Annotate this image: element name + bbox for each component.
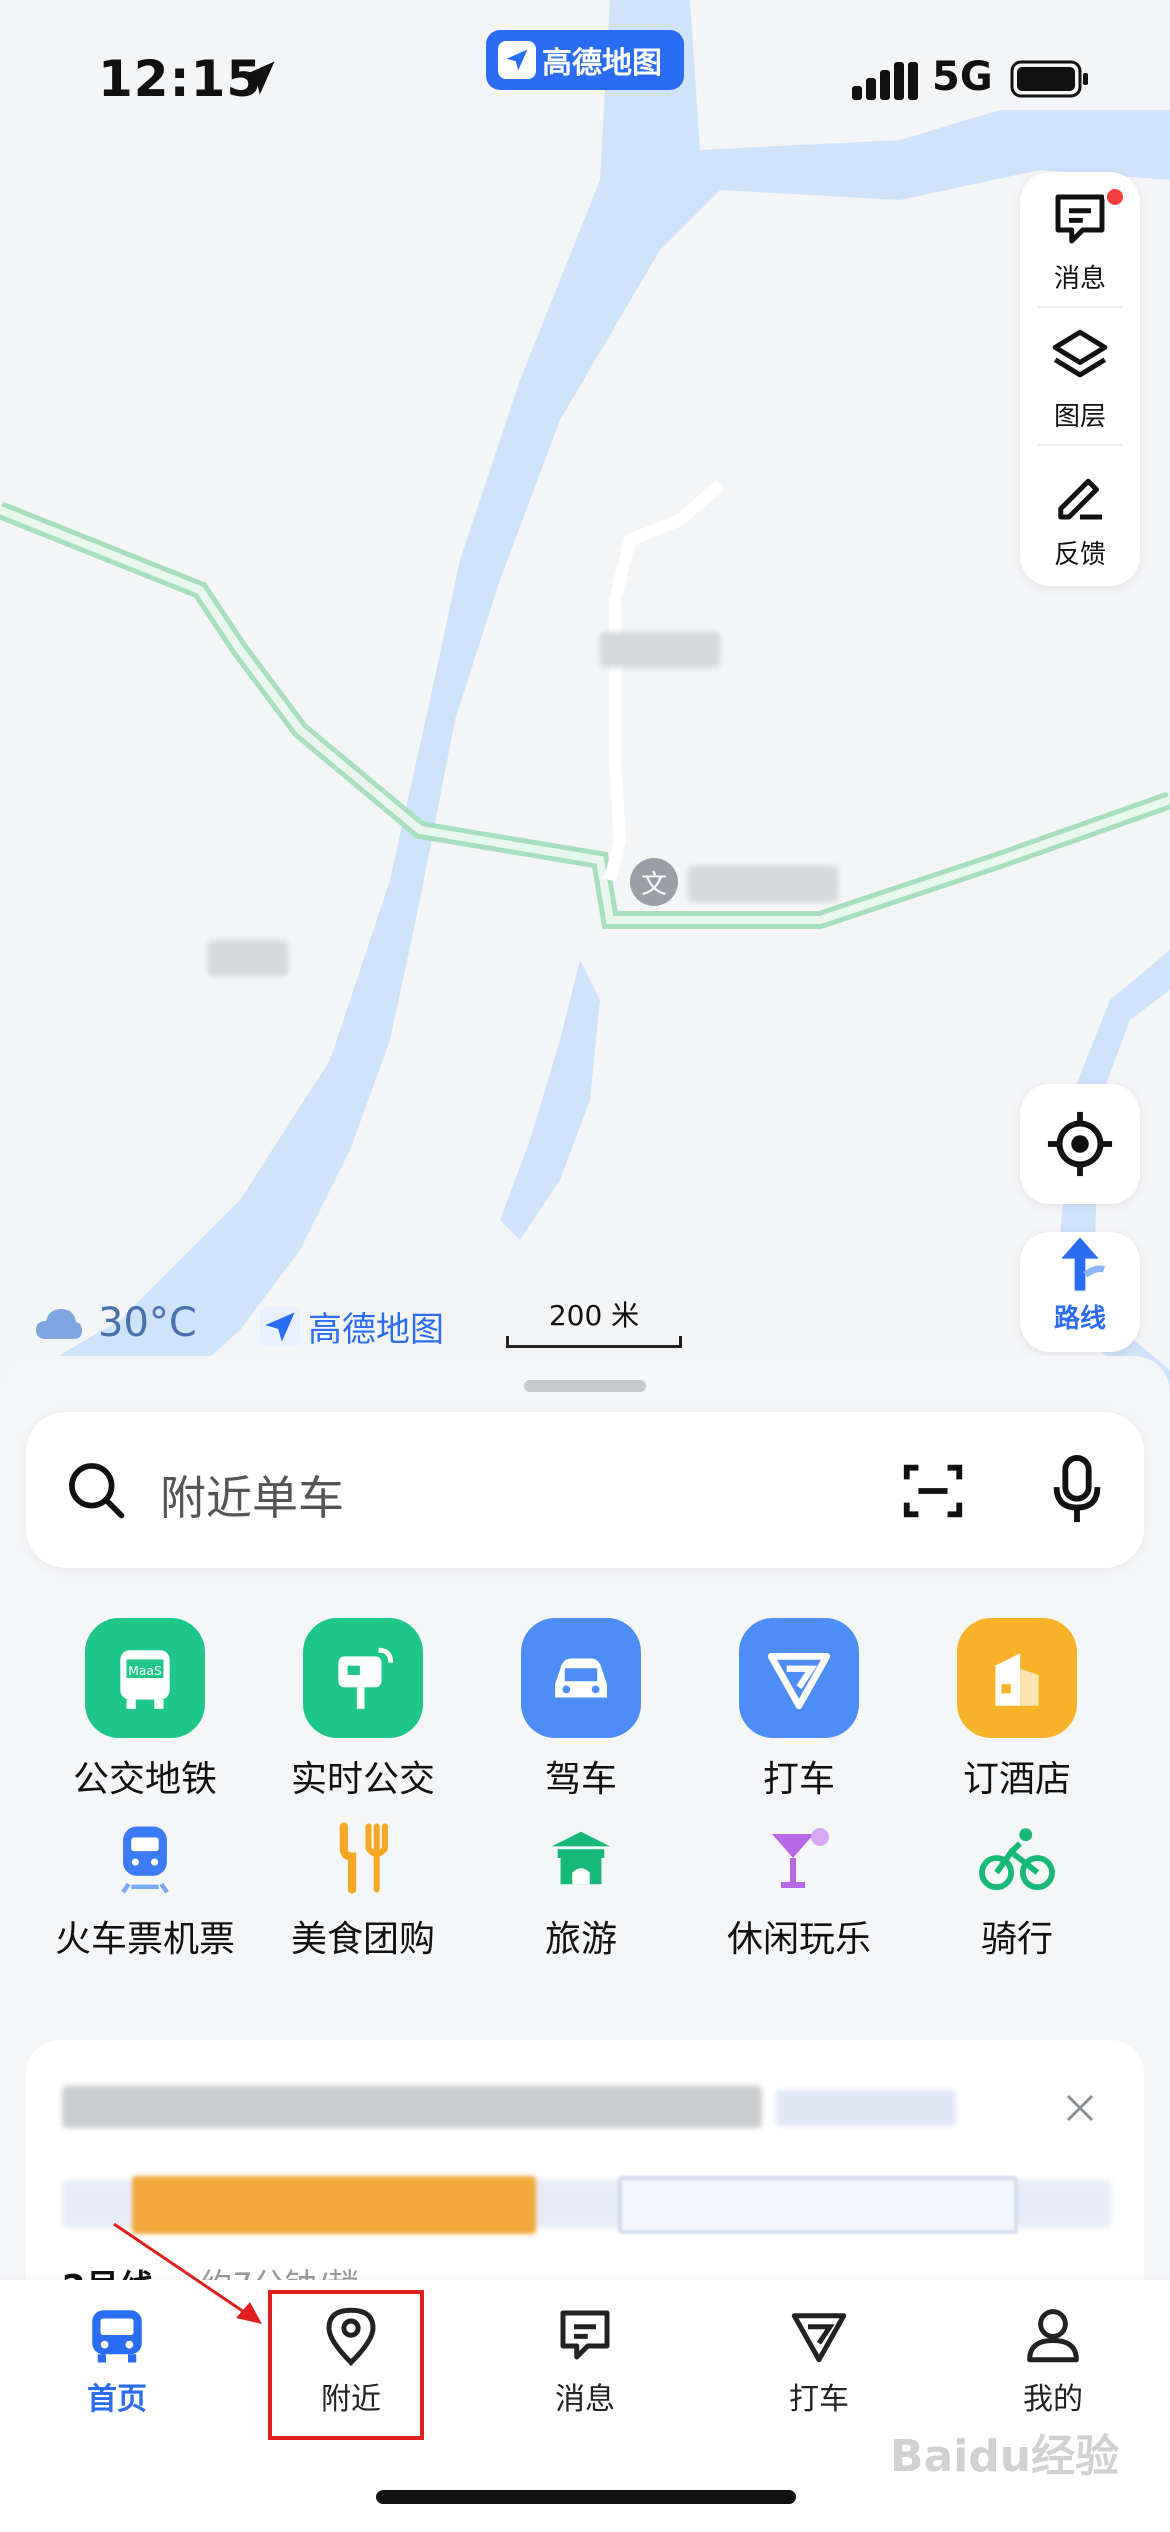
- quick-train-flight[interactable]: 火车票机票: [36, 1818, 254, 1962]
- map-base: [0, 0, 1170, 1420]
- locate-button[interactable]: [1020, 1084, 1140, 1204]
- temperature-text: 30°C: [98, 1300, 197, 1346]
- close-icon[interactable]: [1062, 2090, 1098, 2126]
- taxi-icon: [791, 2313, 847, 2363]
- status-bar: 12:15 高德地图 5G: [0, 0, 1170, 150]
- school-poi-icon[interactable]: 文: [630, 858, 678, 906]
- tab-profile[interactable]: 我的: [978, 2302, 1128, 2418]
- amap-logo-icon: [498, 41, 536, 79]
- bus-maas-icon: MaaS: [85, 1618, 205, 1738]
- divider: [1038, 306, 1122, 308]
- tool-layers[interactable]: 图层: [1020, 310, 1140, 440]
- quick-bus-metro[interactable]: MaaS 公交地铁: [36, 1618, 254, 1802]
- bus-stop-icon: [303, 1618, 423, 1738]
- taxi-icon: [739, 1618, 859, 1738]
- tab-profile-label: 我的: [1023, 2382, 1083, 2417]
- tab-messages-label: 消息: [555, 2382, 615, 2417]
- quick-food[interactable]: 美食团购: [254, 1818, 472, 1962]
- quick-label: 实时公交: [290, 1759, 435, 1800]
- annotation-highlight-box: [268, 2290, 424, 2440]
- microphone-icon[interactable]: [1042, 1452, 1112, 1528]
- route-arrow-icon: [1061, 1237, 1106, 1291]
- signal-icon: [852, 62, 918, 100]
- map-brand-text: 高德地图: [308, 1310, 444, 1350]
- quick-label: 旅游: [544, 1919, 617, 1960]
- cocktail-icon: [759, 1818, 839, 1898]
- tool-message-label: 消息: [1053, 264, 1106, 294]
- quick-realtime-bus[interactable]: 实时公交: [254, 1618, 472, 1802]
- scan-icon[interactable]: [898, 1456, 968, 1526]
- cycling-icon: [977, 1818, 1057, 1898]
- tab-messages[interactable]: 消息: [510, 2302, 660, 2418]
- weather-widget[interactable]: 30°C: [34, 1300, 197, 1346]
- travel-gate-icon: [541, 1818, 621, 1898]
- tool-feedback-label: 反馈: [1053, 540, 1106, 570]
- user-icon: [1027, 2309, 1079, 2363]
- watermark: Baidu经验: [890, 2431, 1120, 2482]
- map-tool-panel: 消息 图层 反馈: [1020, 172, 1140, 586]
- divider: [1038, 444, 1122, 446]
- quick-drive[interactable]: 驾车: [472, 1618, 690, 1802]
- route-button-label: 路线: [1053, 1304, 1106, 1334]
- blurred-text: [776, 2090, 956, 2126]
- blurred-label: [208, 940, 288, 976]
- feedback-pen-icon: [1058, 478, 1102, 520]
- crosshair-icon: [1047, 1111, 1113, 1177]
- map-scale-bar: [506, 1336, 682, 1348]
- tab-taxi-label: 打车: [789, 2382, 849, 2417]
- search-placeholder: 附近单车: [160, 1471, 344, 1525]
- map-brand-logo: 高德地图: [258, 1302, 444, 1351]
- amap-logo-icon: [259, 1306, 301, 1347]
- search-icon: [69, 1463, 125, 1519]
- map-scale-value: 200 米: [548, 1299, 640, 1332]
- quick-label: 火车票机票: [54, 1919, 235, 1960]
- message-icon: [560, 2310, 610, 2360]
- tool-feedback[interactable]: 反馈: [1020, 448, 1140, 578]
- home-indicator[interactable]: [376, 2490, 796, 2504]
- location-arrow-icon: [241, 61, 275, 95]
- hotel-icon: [957, 1618, 1077, 1738]
- train-icon: [105, 1818, 185, 1898]
- quick-leisure[interactable]: 休闲玩乐: [690, 1818, 908, 1962]
- quick-hotel[interactable]: 订酒店: [908, 1618, 1126, 1802]
- map-view[interactable]: 文 12:15 高德地图 5G 消息 图层 反馈 路线 30°C 高德地图 20…: [0, 0, 1170, 1420]
- quick-taxi[interactable]: 打车: [690, 1618, 908, 1802]
- quick-travel[interactable]: 旅游: [472, 1818, 690, 1962]
- quick-label: 美食团购: [290, 1919, 435, 1960]
- tool-layers-label: 图层: [1053, 402, 1106, 432]
- quick-label: 骑行: [980, 1919, 1053, 1960]
- blurred-label: [688, 866, 838, 902]
- quick-label: 公交地铁: [72, 1759, 217, 1800]
- battery-icon: [1010, 60, 1088, 98]
- blurred-bar: [618, 2176, 1018, 2234]
- tool-message[interactable]: 消息: [1020, 172, 1140, 302]
- quick-cycling[interactable]: 骑行: [908, 1818, 1126, 1962]
- sheet-grabber[interactable]: [524, 1380, 646, 1392]
- route-button[interactable]: 路线: [1020, 1232, 1140, 1352]
- cloud-icon: [36, 1309, 82, 1339]
- tab-home-label: 首页: [87, 2382, 147, 2417]
- car-icon: [521, 1618, 641, 1738]
- quick-label: 订酒店: [962, 1759, 1071, 1800]
- annotation-arrow: [113, 2222, 262, 2324]
- blurred-text: [62, 2086, 762, 2128]
- quick-label: 打车: [762, 1759, 835, 1800]
- unread-dot: [1104, 186, 1126, 208]
- app-badge-label: 高德地图: [542, 46, 662, 81]
- svg-text:MaaS: MaaS: [128, 1664, 162, 1678]
- food-icon: [323, 1818, 403, 1898]
- app-badge[interactable]: 高德地图: [486, 30, 684, 90]
- network-type: 5G: [932, 54, 993, 100]
- map-scale: 200 米: [506, 1294, 682, 1350]
- layers-icon: [1052, 329, 1108, 378]
- blurred-label: [600, 632, 720, 668]
- quick-label: 休闲玩乐: [726, 1919, 871, 1960]
- tab-taxi[interactable]: 打车: [744, 2302, 894, 2418]
- quick-label: 驾车: [544, 1759, 617, 1800]
- search-bar[interactable]: 附近单车: [26, 1412, 1144, 1568]
